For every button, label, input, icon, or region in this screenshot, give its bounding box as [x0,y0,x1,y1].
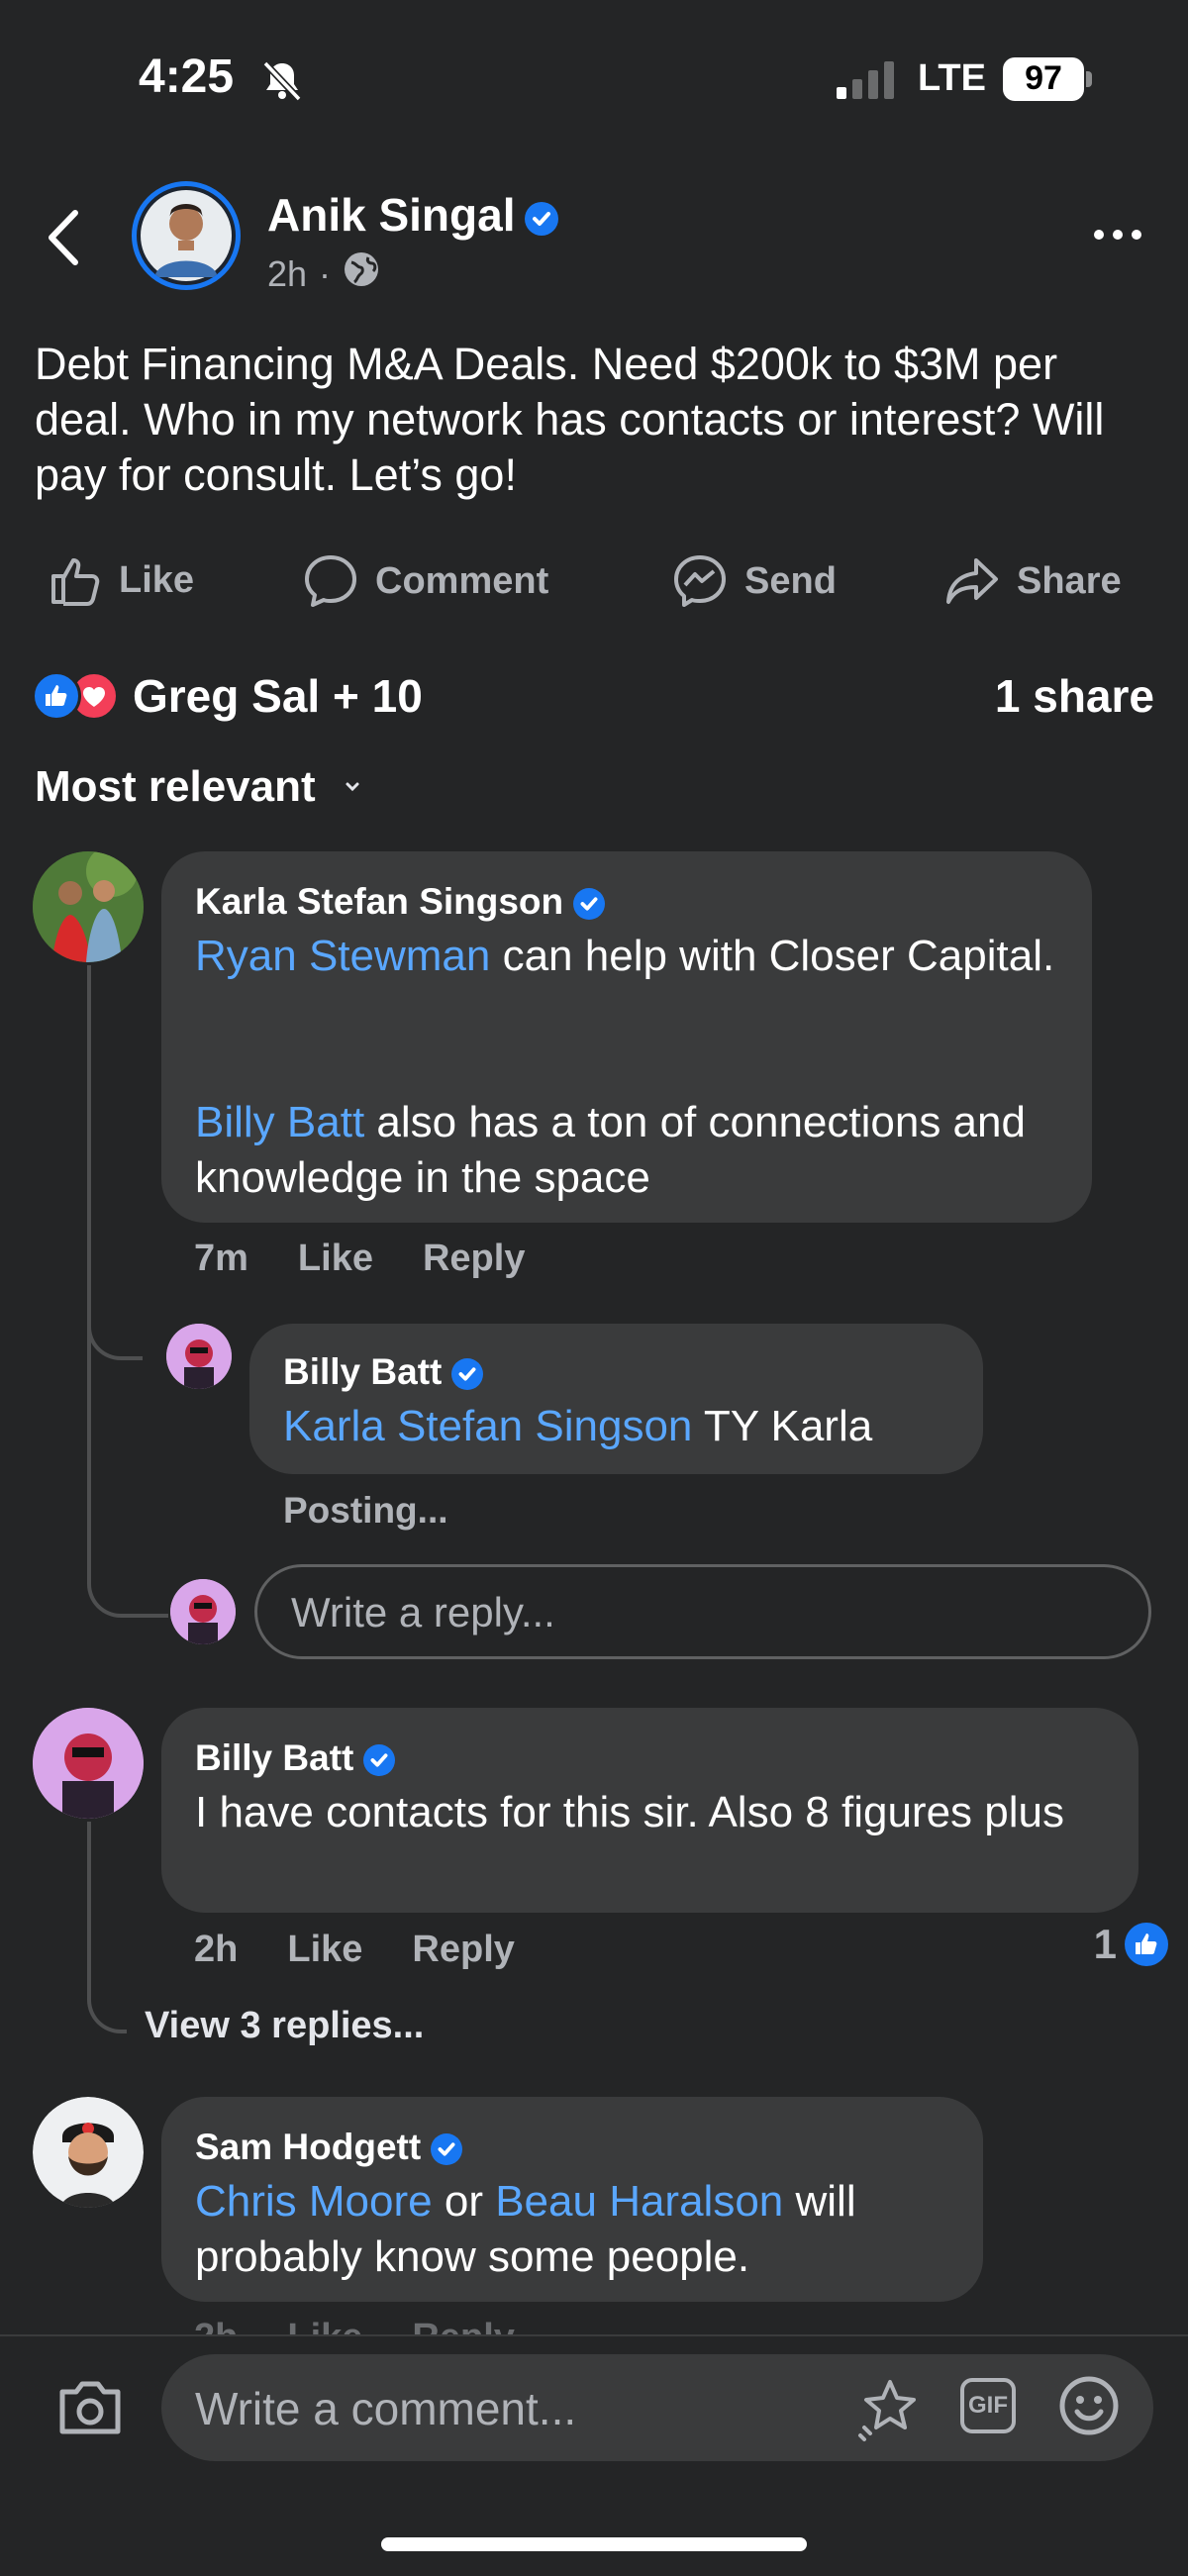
cellular-signal-icon [837,61,898,106]
reaction-count: 1 [1093,1921,1117,1967]
back-chevron-icon [49,210,78,265]
mention-link[interactable]: Chris Moore [195,2177,433,2226]
author-avatar[interactable] [132,181,241,290]
emoji-smile-icon [1059,2376,1119,2435]
silent-mode-icon [259,57,305,108]
send-button[interactable]: Send [671,552,837,610]
like-label: Like [119,558,195,601]
comment-sort-dropdown[interactable]: Most relevant [35,762,367,812]
reply-text: TY Karla [692,1402,873,1450]
comment-bubble[interactable]: Sam Hodgett Chris Moore or Beau Haralson… [161,2097,983,2302]
commenter-avatar[interactable] [33,2097,144,2208]
comment-text: I have contacts for this sir. Also 8 fig… [195,1788,1064,1836]
verified-badge-icon [363,1744,396,1777]
battery-level: 97 [1025,59,1062,97]
send-label: Send [744,559,837,602]
shares-count[interactable]: 1 share [995,669,1154,723]
reply-avatar[interactable] [166,1324,232,1389]
commenter-avatar[interactable] [33,851,144,962]
comment-label: Comment [375,559,549,602]
comment-bubble[interactable]: Karla Stefan Singson Ryan Stewman can he… [161,851,1092,1223]
comment-bubble-icon [305,555,356,607]
comment-time[interactable]: 7m [194,1238,248,1280]
commenter-name[interactable]: Sam Hodgett [195,2127,421,2167]
network-type: LTE [918,57,986,99]
thread-connector [87,1262,143,1360]
commenter-avatar[interactable] [33,1708,144,1819]
thread-line [87,1322,91,1559]
posting-status: Posting... [283,1490,448,1531]
reactions-summary[interactable]: Greg Sal + 10 [32,669,423,723]
thread-line [87,1822,91,2000]
avatar-sticker-button[interactable] [854,2374,924,2448]
verified-badge-icon [573,888,606,921]
mention-link[interactable]: Karla Stefan Singson [283,1402,692,1450]
like-reaction-icon [32,671,81,721]
camera-button[interactable] [54,2376,126,2444]
view-replies-link[interactable]: View 3 replies... [145,2005,424,2047]
like-reaction-icon [1125,1923,1168,1966]
back-button[interactable] [40,203,89,277]
comment-like-button[interactable]: Like [287,1929,362,1971]
mention-link[interactable]: Ryan Stewman [195,932,490,980]
comment-bubble[interactable]: Billy Batt I have contacts for this sir.… [161,1708,1138,1913]
like-button[interactable]: Like [48,552,194,608]
more-dot-icon [1094,230,1104,240]
comment-reply-button[interactable]: Reply [412,1929,514,1971]
thumbs-up-icon [51,558,100,606]
comment-reply-button[interactable]: Reply [423,1238,525,1280]
gif-button[interactable]: GIF [960,2378,1016,2433]
share-button[interactable]: Share [943,552,1122,610]
share-arrow-icon [946,558,998,604]
comment-like-button[interactable]: Like [298,1238,373,1280]
thread-connector [87,1980,127,2033]
comment-placeholder: Write a comment... [195,2383,577,2434]
commenter-name[interactable]: Karla Stefan Singson [195,881,563,922]
gif-label: GIF [968,2392,1008,2419]
battery-cap [1086,71,1092,87]
comment-button[interactable]: Comment [302,552,548,610]
globe-icon [343,250,380,297]
comment-text: or [432,2177,496,2226]
camera-icon [59,2381,121,2434]
comment-time[interactable]: 2h [194,1929,238,1971]
my-avatar [170,1579,236,1644]
mention-link[interactable]: Beau Haralson [495,2177,783,2226]
thread-line [87,965,91,1262]
dot-separator: · [319,252,332,294]
verified-badge-icon [451,1358,484,1391]
comment-text: can help with Closer Capital. [490,932,1055,980]
verified-badge-icon [525,201,559,236]
sort-label: Most relevant [35,762,316,811]
comment-reactions[interactable]: 1 [1094,1921,1168,1968]
share-label: Share [1017,559,1122,602]
reply-input[interactable]: Write a reply... [254,1564,1151,1659]
verified-badge-icon [431,2133,463,2166]
status-time: 4:25 [139,50,235,103]
post-text: Debt Financing M&A Deals. Need $200k to … [35,339,1105,500]
reactions-text: Greg Sal + 10 [133,670,423,722]
more-options-button[interactable] [1094,230,1141,240]
sparkle-sticker-icon [858,2380,916,2441]
battery-icon: 97 [1003,57,1084,101]
thread-connector [87,1544,168,1618]
emoji-button[interactable] [1057,2374,1121,2442]
commenter-name[interactable]: Billy Batt [195,1737,353,1778]
author-name[interactable]: Anik Singal [267,189,515,241]
comment-input[interactable]: Write a comment... GIF [161,2354,1153,2461]
mention-link[interactable]: Billy Batt [195,1098,364,1146]
messenger-icon [674,555,726,607]
reply-placeholder: Write a reply... [291,1589,555,1635]
home-indicator [381,2537,807,2551]
post-time[interactable]: 2h [267,253,307,295]
chevron-down-icon [346,782,359,792]
reply-author-name[interactable]: Billy Batt [283,1351,442,1392]
reply-bubble[interactable]: Billy Batt Karla Stefan Singson TY Karla [249,1324,983,1474]
